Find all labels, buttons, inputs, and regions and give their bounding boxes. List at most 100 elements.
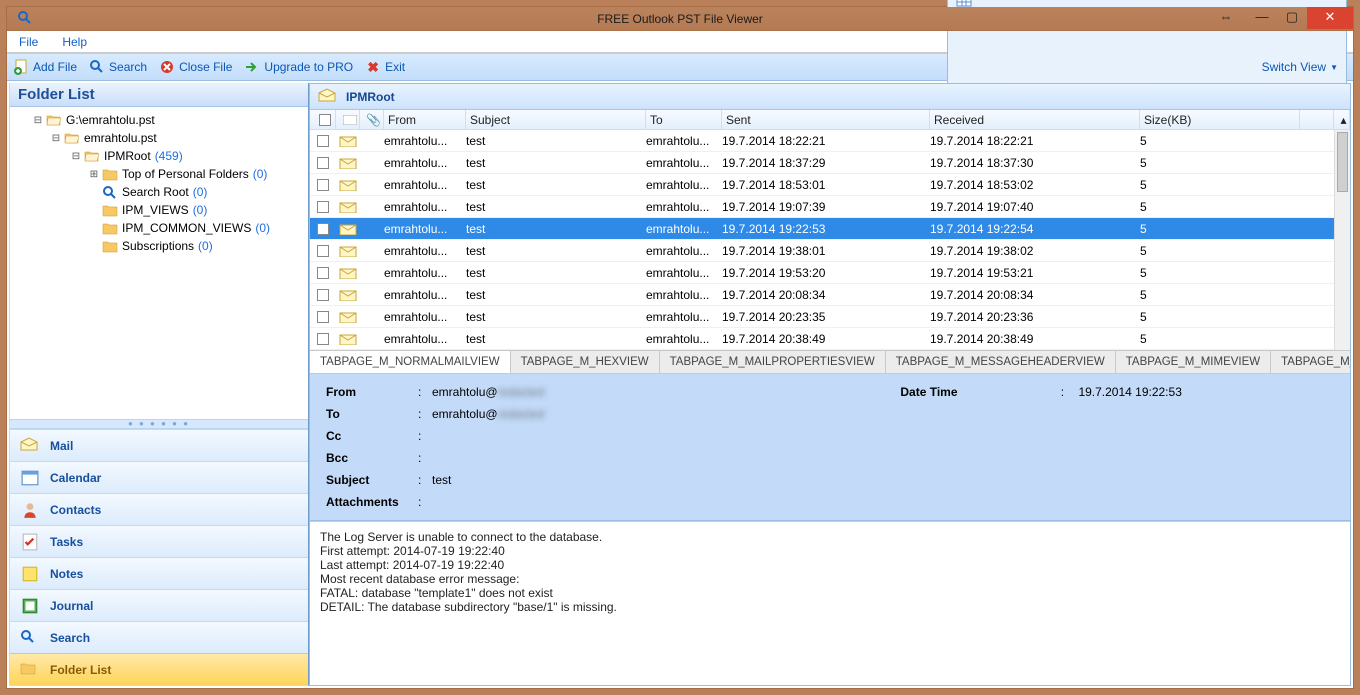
nav-mail[interactable]: Mail xyxy=(10,429,308,461)
table-row[interactable]: emrahtolu...testemrahtolu...19.7.2014 20… xyxy=(310,284,1350,306)
exit-button[interactable]: ✖Exit xyxy=(365,59,405,75)
row-checkbox[interactable] xyxy=(317,267,329,279)
menu-file[interactable]: File xyxy=(19,35,38,49)
tab-mail-properties[interactable]: TABPAGE_M_MAILPROPERTIESVIEW xyxy=(660,351,886,373)
nav-contacts[interactable]: Contacts xyxy=(10,493,308,525)
row-checkbox[interactable] xyxy=(317,201,329,213)
row-checkbox[interactable] xyxy=(317,179,329,191)
tab-mime[interactable]: TABPAGE_M_MIMEVIEW xyxy=(1116,351,1271,373)
select-all-checkbox[interactable] xyxy=(319,114,331,126)
size-column[interactable]: Size(KB) xyxy=(1140,110,1300,129)
table-row[interactable]: emrahtolu...testemrahtolu...19.7.2014 19… xyxy=(310,218,1350,240)
nav-calendar[interactable]: Calendar xyxy=(10,461,308,493)
table-row[interactable]: emrahtolu...testemrahtolu...19.7.2014 18… xyxy=(310,174,1350,196)
table-row[interactable]: emrahtolu...testemrahtolu...19.7.2014 18… xyxy=(310,152,1350,174)
tree-root[interactable]: ⊟G:\emrahtolu.pst xyxy=(18,111,308,129)
nav-search[interactable]: Search xyxy=(10,621,308,653)
row-checkbox[interactable] xyxy=(317,333,329,345)
tree-file[interactable]: ⊟emrahtolu.pst xyxy=(18,129,308,147)
label-subject: Subject xyxy=(322,470,412,490)
close-button[interactable]: ✕ xyxy=(1307,7,1353,29)
vertical-scrollbar[interactable] xyxy=(1334,130,1350,350)
row-received: 19.7.2014 20:23:36 xyxy=(930,310,1140,324)
add-file-button[interactable]: Add File xyxy=(13,59,77,75)
scroll-up-icon[interactable]: ▴ xyxy=(1334,110,1350,129)
table-row[interactable]: emrahtolu...testemrahtolu...19.7.2014 19… xyxy=(310,196,1350,218)
row-checkbox[interactable] xyxy=(317,223,329,235)
nav-notes[interactable]: Notes xyxy=(10,557,308,589)
restore-arrows-icon[interactable]: ⇔ xyxy=(1211,7,1241,29)
nav-folder-list[interactable]: Folder List xyxy=(10,653,308,685)
row-checkbox[interactable] xyxy=(317,311,329,323)
mail-icon xyxy=(336,135,360,147)
tree-ipm-views[interactable]: IPM_VIEWS(0) xyxy=(18,201,308,219)
tree-top-personal[interactable]: ⊞Top of Personal Folders(0) xyxy=(18,165,308,183)
mail-icon xyxy=(336,157,360,169)
table-row[interactable]: emrahtolu...testemrahtolu...19.7.2014 19… xyxy=(310,262,1350,284)
row-size: 5 xyxy=(1140,310,1300,324)
tree-ipmroot[interactable]: ⊟IPMRoot(459) xyxy=(18,147,308,165)
to-column[interactable]: To xyxy=(646,110,722,129)
table-row[interactable]: emrahtolu...testemrahtolu...19.7.2014 20… xyxy=(310,306,1350,328)
row-subject: test xyxy=(466,288,646,302)
label-cc: Cc xyxy=(322,426,412,446)
sent-column[interactable]: Sent xyxy=(722,110,930,129)
tree-search-root[interactable]: Search Root(0) xyxy=(18,183,308,201)
label-bcc: Bcc xyxy=(322,448,412,468)
preview-tabs: TABPAGE_M_NORMALMAILVIEW TABPAGE_M_HEXVI… xyxy=(310,350,1350,374)
row-size: 5 xyxy=(1140,222,1300,236)
row-size: 5 xyxy=(1140,288,1300,302)
tab-message-header[interactable]: TABPAGE_M_MESSAGEHEADERVIEW xyxy=(886,351,1116,373)
attachment-column[interactable]: 📎 xyxy=(360,110,384,129)
value-attachments xyxy=(428,492,1338,512)
row-size: 5 xyxy=(1140,156,1300,170)
preview-body[interactable]: The Log Server is unable to connect to t… xyxy=(310,521,1350,685)
row-checkbox[interactable] xyxy=(317,289,329,301)
menu-help[interactable]: Help xyxy=(62,35,87,49)
row-checkbox[interactable] xyxy=(317,245,329,257)
row-size: 5 xyxy=(1140,244,1300,258)
table-row[interactable]: emrahtolu...testemrahtolu...19.7.2014 18… xyxy=(310,130,1350,152)
tab-hex[interactable]: TABPAGE_M_HEXVIEW xyxy=(511,351,660,373)
window-title: FREE Outlook PST File Viewer xyxy=(7,12,1353,26)
row-size: 5 xyxy=(1140,178,1300,192)
tree-ipm-common[interactable]: IPM_COMMON_VIEWS(0) xyxy=(18,219,308,237)
folder-tree[interactable]: ⊟G:\emrahtolu.pst ⊟emrahtolu.pst ⊟IPMRoo… xyxy=(10,107,308,419)
label-to: To xyxy=(322,404,412,424)
table-row[interactable]: emrahtolu...testemrahtolu...19.7.2014 20… xyxy=(310,328,1350,350)
row-checkbox[interactable] xyxy=(317,135,329,147)
splitter[interactable]: ● ● ● ● ● ● xyxy=(10,419,308,429)
upgrade-button[interactable]: Upgrade to PRO xyxy=(244,59,353,75)
from-column[interactable]: From xyxy=(384,110,466,129)
search-button[interactable]: Search xyxy=(89,59,147,75)
row-checkbox[interactable] xyxy=(317,157,329,169)
table-row[interactable]: emrahtolu...testemrahtolu...19.7.2014 19… xyxy=(310,240,1350,262)
row-subject: test xyxy=(466,156,646,170)
nav-tasks[interactable]: Tasks xyxy=(10,525,308,557)
row-sent: 19.7.2014 19:53:20 xyxy=(722,266,930,280)
row-received: 19.7.2014 18:22:21 xyxy=(930,134,1140,148)
row-to: emrahtolu... xyxy=(646,266,722,280)
message-grid[interactable]: emrahtolu...testemrahtolu...19.7.2014 18… xyxy=(310,130,1350,350)
row-subject: test xyxy=(466,222,646,236)
nav-journal[interactable]: Journal xyxy=(10,589,308,621)
minimize-button[interactable]: — xyxy=(1247,7,1277,29)
row-received: 19.7.2014 19:22:54 xyxy=(930,222,1140,236)
maximize-button[interactable]: ▢ xyxy=(1277,7,1307,29)
tree-subscriptions[interactable]: Subscriptions(0) xyxy=(18,237,308,255)
row-sent: 19.7.2014 18:37:29 xyxy=(722,156,930,170)
row-from: emrahtolu... xyxy=(384,244,466,258)
subject-column[interactable]: Subject xyxy=(466,110,646,129)
tab-html[interactable]: TABPAGE_M_HTMLVIEW xyxy=(1271,351,1350,373)
received-column[interactable]: Received xyxy=(930,110,1140,129)
grid-header[interactable]: 📎 From Subject To Sent Received Size(KB)… xyxy=(310,110,1350,130)
folder-list-header: Folder List xyxy=(10,83,308,107)
close-file-button[interactable]: Close File xyxy=(159,59,232,75)
row-subject: test xyxy=(466,200,646,214)
tab-normal-mail[interactable]: TABPAGE_M_NORMALMAILVIEW xyxy=(310,351,511,374)
row-sent: 19.7.2014 20:08:34 xyxy=(722,288,930,302)
search-label: Search xyxy=(109,60,147,74)
row-to: emrahtolu... xyxy=(646,332,722,346)
scrollbar-thumb[interactable] xyxy=(1337,132,1348,192)
row-subject: test xyxy=(466,244,646,258)
